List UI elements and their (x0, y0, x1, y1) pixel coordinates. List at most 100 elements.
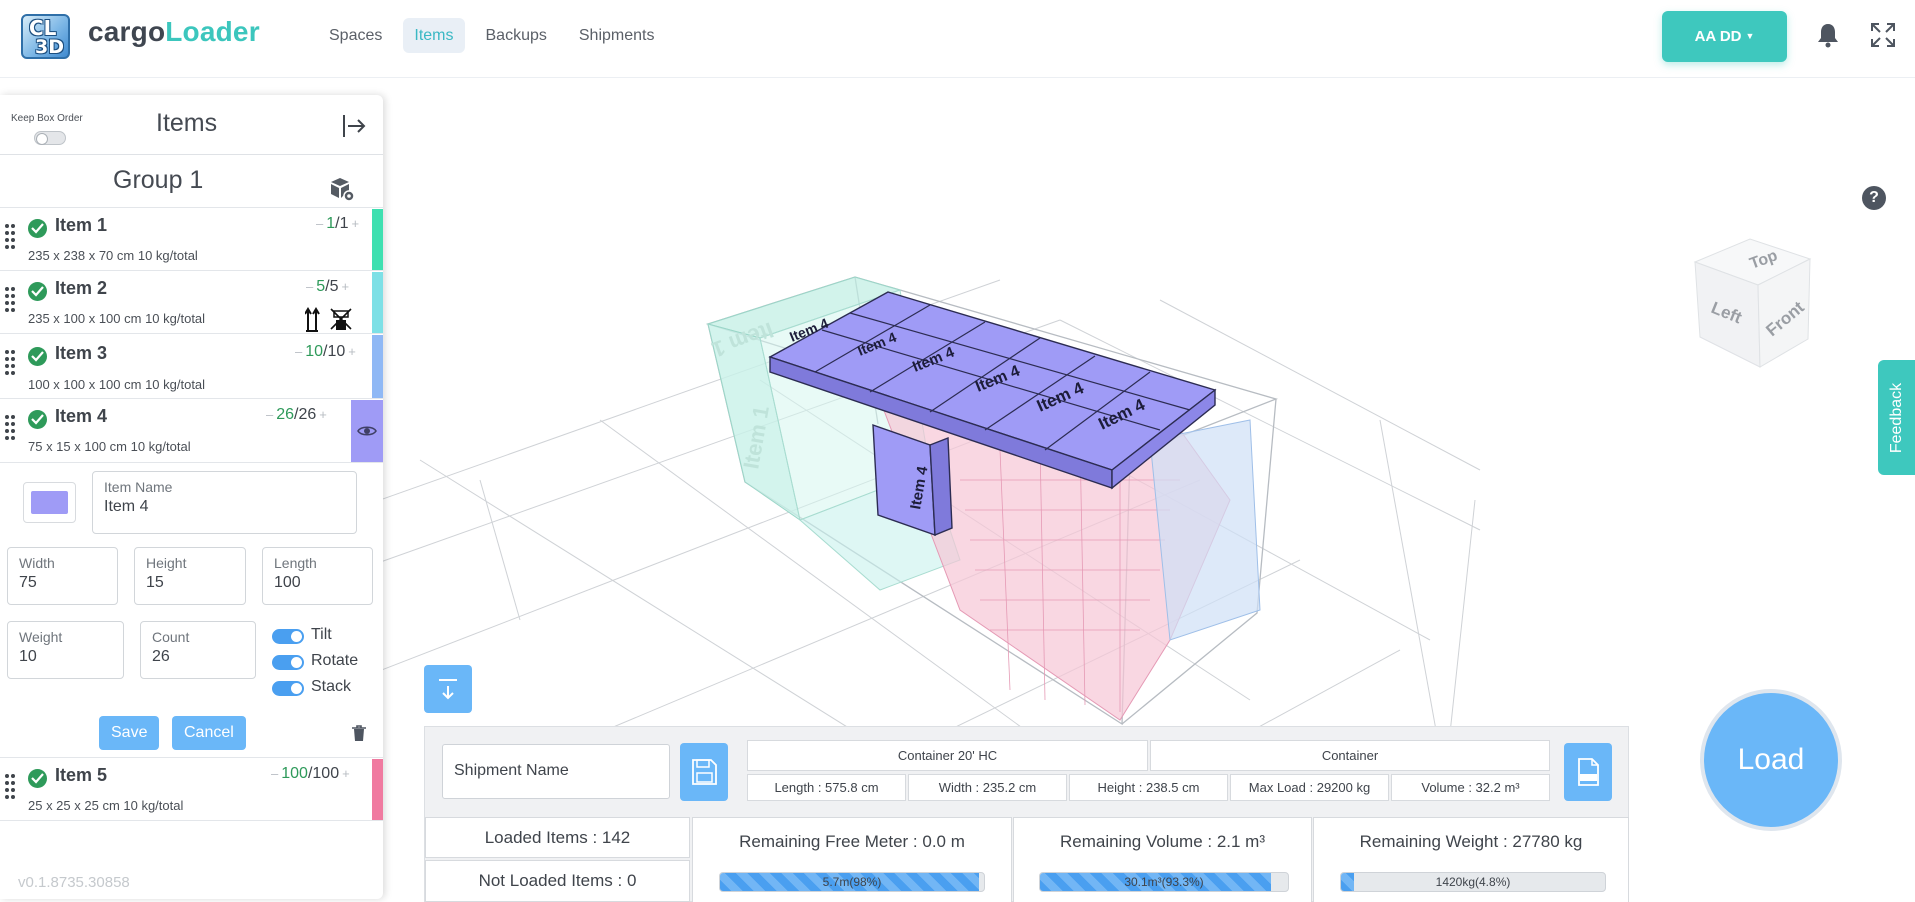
group-header[interactable]: Group 1 (0, 156, 383, 208)
loaded-count: 26 (276, 406, 295, 423)
item-row-2[interactable]: Item 2 –5/5 + 235 x 100 x 100 cm 10 kg/to… (0, 272, 383, 334)
loaded-items-text: Loaded Items : 142 (484, 828, 631, 847)
nav-shipments[interactable]: Shipments (568, 18, 666, 53)
progress-label: 1420kg(4.8%) (1435, 875, 1511, 889)
this-side-up-icon (305, 307, 320, 332)
bell-icon[interactable] (1816, 22, 1840, 48)
items-panel: Keep Box Order Items Group 1 Item 1 –1/1… (0, 95, 383, 899)
decrement-button[interactable]: – (316, 216, 323, 231)
remaining-volume-text: Remaining Volume : 2.1 m³ (1059, 832, 1266, 851)
scroll-down-button[interactable] (424, 665, 472, 713)
item-count: –5/5 + (303, 278, 352, 296)
app-logo[interactable]: CL 3D (21, 14, 70, 59)
increment-button[interactable]: + (342, 766, 350, 781)
item-edit-form: Item Name Item 4 Width 75 Height 15 Leng… (0, 464, 383, 758)
total-count: 100 (312, 765, 340, 782)
expand-icon[interactable] (1869, 21, 1897, 49)
feedback-tab[interactable]: Feedback (1878, 360, 1915, 475)
drag-handle-icon[interactable] (4, 772, 16, 802)
total-count: 1 (339, 215, 349, 232)
drag-handle-icon[interactable] (4, 348, 16, 378)
cancel-button[interactable]: Cancel (172, 716, 246, 750)
brand-part-2: Loader (165, 16, 260, 47)
tilt-toggle[interactable] (272, 629, 304, 644)
view-cube[interactable]: Top Left Front (1680, 227, 1830, 377)
item-dims: 100 x 100 x 100 cm 10 kg/total (28, 377, 206, 392)
save-shipment-button[interactable] (680, 743, 728, 801)
increment-button[interactable]: + (319, 407, 327, 422)
loaded-check-icon (28, 282, 47, 301)
brand-name[interactable]: cargoLoader (88, 16, 260, 48)
field-value: Item 4 (104, 498, 149, 515)
decrement-button[interactable]: – (306, 279, 313, 294)
decrement-button[interactable]: – (266, 407, 273, 422)
drag-handle-icon[interactable] (4, 413, 16, 443)
user-menu-button[interactable]: AA DD ▼ (1662, 11, 1787, 62)
increment-button[interactable]: + (348, 344, 356, 359)
weight-field[interactable]: Weight 10 (7, 621, 124, 679)
meter-progress-bar: 5.7m(98%) (719, 872, 985, 892)
container-volume: Volume : 32.2 m³ (1391, 774, 1550, 801)
load-button[interactable]: Load (1700, 689, 1842, 831)
shipment-name-input[interactable]: Shipment Name (442, 744, 670, 799)
item-row-1[interactable]: Item 1 –1/1 + 235 x 238 x 70 cm 10 kg/tot… (0, 209, 383, 271)
app-version: v0.1.8735.30858 (18, 874, 130, 891)
item-name: Item 3 (55, 343, 108, 363)
help-icon[interactable]: ? (1862, 186, 1886, 210)
field-label: Weight (19, 629, 63, 645)
item-name-field[interactable]: Item Name Item 4 (92, 471, 357, 534)
count-field[interactable]: Count 26 (140, 621, 256, 679)
item-row-3[interactable]: Item 3 –10/10 + 100 x 100 x 100 cm 10 kg/… (0, 335, 383, 399)
collapse-panel-icon[interactable] (340, 112, 368, 140)
field-value: 75 (19, 574, 37, 591)
container-name: Container 20' HC (747, 740, 1148, 771)
export-pdf-button[interactable] (1564, 743, 1612, 801)
volume-progress-bar: 30.1m³(93.3%) (1039, 872, 1289, 892)
keep-box-order-toggle[interactable] (34, 131, 66, 145)
loaded-count: 10 (305, 343, 324, 360)
total-count: 5 (329, 278, 339, 295)
box-settings-icon[interactable] (329, 176, 355, 202)
loaded-check-icon (28, 769, 47, 788)
loaded-count: 5 (316, 278, 326, 295)
container-type: Container (1150, 740, 1550, 771)
loaded-check-icon (28, 219, 47, 238)
stack-toggle[interactable] (272, 681, 304, 696)
item-name: Item 4 (55, 406, 108, 426)
item-count: –1/1 + (313, 215, 362, 233)
arrow-down-bar-icon (439, 679, 457, 700)
toggle-label: Tilt (311, 626, 332, 643)
increment-button[interactable]: + (352, 216, 360, 231)
drag-handle-icon[interactable] (4, 222, 16, 252)
progress-label: 30.1m³(93.3%) (1124, 875, 1204, 889)
nav-items[interactable]: Items (403, 18, 465, 53)
container-width: Width : 235.2 cm (908, 774, 1067, 801)
brand-part-1: cargo (88, 16, 166, 47)
decrement-button[interactable]: – (295, 344, 302, 359)
loaded-items-cell: Loaded Items : 142 (425, 817, 690, 858)
rotate-toggle[interactable] (272, 655, 304, 670)
increment-button[interactable]: + (342, 279, 350, 294)
shipment-summary: Shipment Name Container 20' HC Container… (424, 726, 1629, 902)
visibility-toggle[interactable] (351, 400, 383, 462)
drag-handle-icon[interactable] (4, 285, 16, 315)
trash-icon[interactable] (351, 724, 367, 742)
progress-label: 5.7m(98%) (822, 875, 882, 889)
item-row-5[interactable]: Item 5 –100/100 + 25 x 25 x 25 cm 10 kg/t… (0, 759, 383, 821)
item-row-4[interactable]: Item 4 –26/26 + 75 x 15 x 100 cm 10 kg/to… (0, 400, 383, 463)
height-field[interactable]: Height 15 (134, 547, 246, 605)
length-field[interactable]: Length 100 (262, 547, 373, 605)
nav-backups[interactable]: Backups (475, 18, 558, 53)
decrement-button[interactable]: – (271, 766, 278, 781)
loaded-count: 100 (281, 765, 308, 782)
color-picker[interactable] (23, 482, 76, 523)
remaining-weight-cell: Remaining Weight : 27780 kg 1420kg(4.8%) (1313, 817, 1629, 902)
width-field[interactable]: Width 75 (7, 547, 118, 605)
keep-box-order-label: Keep Box Order (11, 113, 83, 124)
container-max-load: Max Load : 29200 kg (1230, 774, 1389, 801)
save-button[interactable]: Save (99, 716, 160, 750)
floppy-disk-icon (692, 759, 717, 785)
nav-spaces[interactable]: Spaces (318, 18, 393, 53)
stack-toggle-row: Stack (272, 676, 382, 702)
field-label: Width (19, 555, 55, 571)
